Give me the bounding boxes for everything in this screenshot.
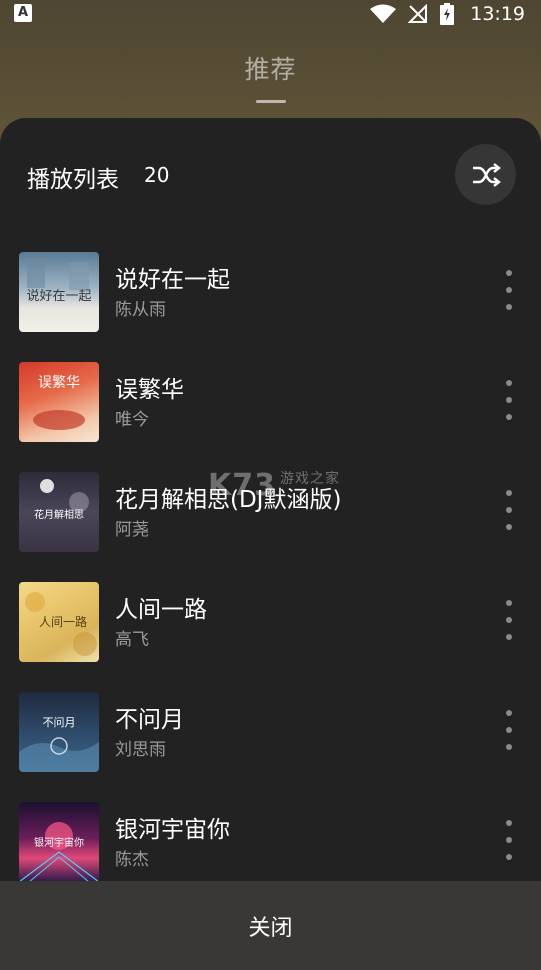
album-cover-text: 不问月 — [43, 716, 76, 729]
shuffle-button[interactable] — [455, 144, 516, 205]
wifi-icon — [370, 4, 397, 23]
watermark: K73 游戏之家 — [208, 468, 340, 503]
watermark-sub: 游戏之家 — [280, 471, 340, 487]
shuffle-icon — [472, 162, 501, 187]
album-cover-text: 说好在一起 — [26, 289, 91, 304]
song-artist: 刘思雨 — [115, 740, 166, 760]
album-cover-text: 误繁华 — [38, 375, 80, 391]
status-time: 13:19 — [470, 3, 525, 25]
song-title: 人间一路 — [115, 597, 207, 623]
signal-off-icon — [408, 4, 428, 23]
status-bar: A 13:19 — [0, 0, 541, 28]
more-vertical-icon[interactable] — [498, 490, 520, 530]
more-vertical-icon[interactable] — [498, 820, 520, 860]
more-vertical-icon[interactable] — [498, 380, 520, 420]
song-title: 银河宇宙你 — [115, 817, 230, 843]
album-cover: 银河宇宙你 — [19, 802, 99, 882]
song-artist: 唯今 — [115, 410, 149, 430]
song-artist: 陈从雨 — [115, 300, 166, 320]
song-item[interactable]: 人间一路 人间一路 高飞 — [0, 578, 541, 662]
more-vertical-icon[interactable] — [498, 600, 520, 640]
tab-indicator — [256, 100, 286, 103]
close-label: 关闭 — [248, 915, 293, 941]
app-notification-icon: A — [14, 4, 32, 22]
album-cover: 说好在一起 — [19, 252, 99, 332]
close-button[interactable]: 关闭 — [0, 881, 541, 970]
album-cover-text: 人间一路 — [39, 614, 87, 629]
song-item[interactable]: 不问月 不问月 刘思雨 — [0, 688, 541, 772]
song-title: 不问月 — [115, 707, 184, 733]
album-cover-text: 花月解相思 — [34, 508, 84, 521]
song-item[interactable]: 说好在一起 说好在一起 陈从雨 — [0, 248, 541, 332]
playlist-title: 播放列表 — [27, 167, 119, 193]
song-artist: 陈杰 — [115, 850, 149, 870]
album-cover: 误繁华 — [19, 362, 99, 442]
battery-charging-icon — [440, 3, 455, 25]
song-item[interactable]: 误繁华 误繁华 唯今 — [0, 358, 541, 442]
more-vertical-icon[interactable] — [498, 710, 520, 750]
album-cover-text: 银河宇宙你 — [34, 836, 84, 849]
tab-recommend[interactable]: 推荐 — [0, 50, 541, 86]
playlist-sheet: 播放列表 20 说好在一起 说好在一起 陈从雨 误繁华 误繁华 唯今 花月解相思… — [0, 118, 541, 970]
playlist-count: 20 — [144, 163, 170, 187]
album-cover: 不问月 — [19, 692, 99, 772]
song-item[interactable]: 银河宇宙你 银河宇宙你 陈杰 — [0, 798, 541, 882]
more-vertical-icon[interactable] — [498, 270, 520, 310]
album-cover: 花月解相思 — [19, 472, 99, 552]
song-title: 说好在一起 — [115, 267, 230, 293]
song-title: 误繁华 — [115, 377, 184, 403]
watermark-brand: K73 — [208, 468, 276, 503]
song-artist: 高飞 — [115, 630, 149, 650]
album-cover: 人间一路 — [19, 582, 99, 662]
song-artist: 阿荛 — [115, 520, 149, 540]
